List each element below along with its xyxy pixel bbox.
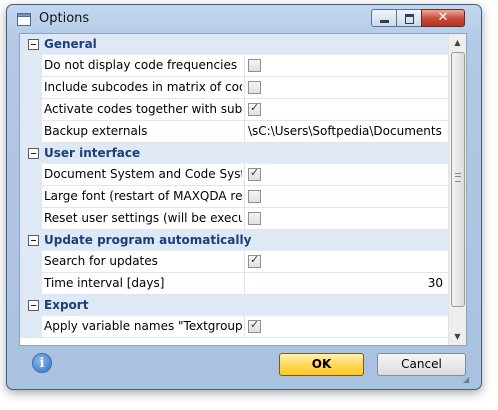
property-name: Time interval [days]	[44, 276, 165, 290]
maximize-icon[interactable]	[396, 9, 422, 27]
minus-box-icon[interactable]	[28, 300, 39, 311]
category-header[interactable]: General	[20, 34, 449, 55]
property-row[interactable]: Do not display code frequencies in	[20, 55, 449, 77]
column-divider	[244, 208, 245, 229]
row-gutter	[20, 208, 42, 229]
window-title: Options	[39, 11, 90, 26]
property-name: Include subcodes in matrix of code	[44, 80, 242, 94]
category-label: Update program automatically	[44, 233, 252, 247]
minus-box-icon[interactable]	[28, 39, 39, 50]
row-gutter	[20, 164, 42, 185]
column-divider	[244, 186, 245, 207]
minus-box-icon[interactable]	[28, 235, 39, 246]
property-name: Backup externals	[44, 124, 148, 138]
category-label: Export	[44, 298, 89, 312]
cancel-button[interactable]: Cancel	[377, 353, 466, 376]
property-row[interactable]: Apply variable names "Textgroup" a	[20, 316, 449, 338]
info-icon[interactable]: i	[32, 353, 52, 373]
column-divider	[244, 99, 245, 120]
category-label: User interface	[44, 146, 141, 160]
property-checkbox[interactable]	[248, 81, 261, 94]
property-name: Document System and Code Syster	[44, 167, 242, 181]
property-value[interactable]: \sC:\Users\Softpedia\Documents	[248, 124, 445, 138]
arrow-up-icon[interactable]: ▲	[449, 34, 466, 51]
grip-icon	[455, 173, 461, 182]
row-gutter	[20, 316, 42, 337]
property-checkbox[interactable]	[248, 318, 261, 333]
property-row[interactable]: Include subcodes in matrix of code	[20, 77, 449, 99]
property-row[interactable]: Backup externals \sC:\Users\Softpedia\Doc…	[20, 121, 449, 143]
category-header[interactable]: Export	[20, 295, 449, 316]
row-gutter	[20, 121, 42, 142]
column-divider	[244, 316, 245, 337]
property-row[interactable]: Time interval [days] 30	[20, 273, 449, 295]
property-row[interactable]: Activate codes together with subco	[20, 99, 449, 121]
window-icon	[17, 13, 31, 26]
column-divider	[244, 121, 245, 142]
property-name: Search for updates	[44, 254, 158, 268]
options-window: Options ✕ General Do not display code fre…	[6, 4, 482, 390]
property-name: Reset user settings (will be executed	[44, 211, 242, 225]
property-name: Large font (restart of MAXQDA requ	[44, 189, 242, 203]
resize-grip-icon[interactable]: ◢	[463, 375, 473, 385]
close-glyph: ✕	[437, 10, 449, 25]
column-divider	[244, 273, 245, 294]
row-gutter	[20, 99, 42, 120]
category-header[interactable]: Update program automatically	[20, 230, 449, 251]
category-label: General	[44, 37, 97, 51]
property-name: Activate codes together with subco	[44, 102, 242, 116]
category-header[interactable]: User interface	[20, 143, 449, 164]
property-grid-panel: General Do not display code frequencies i…	[19, 33, 467, 346]
property-row[interactable]: Document System and Code Syster	[20, 164, 449, 186]
close-icon[interactable]: ✕	[421, 9, 465, 27]
row-gutter	[20, 273, 42, 294]
property-checkbox[interactable]	[248, 166, 261, 181]
minus-box-icon[interactable]	[28, 148, 39, 159]
property-row[interactable]: Search for updates	[20, 251, 449, 273]
ok-button[interactable]: OK	[279, 353, 364, 376]
column-divider	[244, 251, 245, 272]
vertical-scrollbar[interactable]: ▲ ▼	[448, 34, 466, 345]
property-checkbox[interactable]	[248, 59, 261, 72]
property-grid: General Do not display code frequencies i…	[20, 34, 449, 338]
arrow-down-icon[interactable]: ▼	[449, 328, 466, 345]
property-checkbox[interactable]	[248, 212, 261, 225]
property-value[interactable]: 30	[248, 276, 443, 290]
property-row[interactable]: Large font (restart of MAXQDA requ	[20, 186, 449, 208]
minimize-icon[interactable]	[371, 9, 397, 27]
property-name: Apply variable names "Textgroup" a	[44, 319, 242, 333]
property-checkbox[interactable]	[248, 101, 261, 116]
column-divider	[244, 164, 245, 185]
column-divider	[244, 77, 245, 98]
row-gutter	[20, 77, 42, 98]
row-gutter	[20, 186, 42, 207]
property-checkbox[interactable]	[248, 253, 261, 268]
title-bar[interactable]: Options ✕	[7, 5, 481, 35]
scrollbar-thumb[interactable]	[451, 52, 465, 307]
row-gutter	[20, 251, 42, 272]
row-gutter	[20, 55, 42, 76]
property-name: Do not display code frequencies in	[44, 58, 242, 72]
property-checkbox[interactable]	[248, 190, 261, 203]
property-row[interactable]: Reset user settings (will be executed	[20, 208, 449, 230]
column-divider	[244, 55, 245, 76]
